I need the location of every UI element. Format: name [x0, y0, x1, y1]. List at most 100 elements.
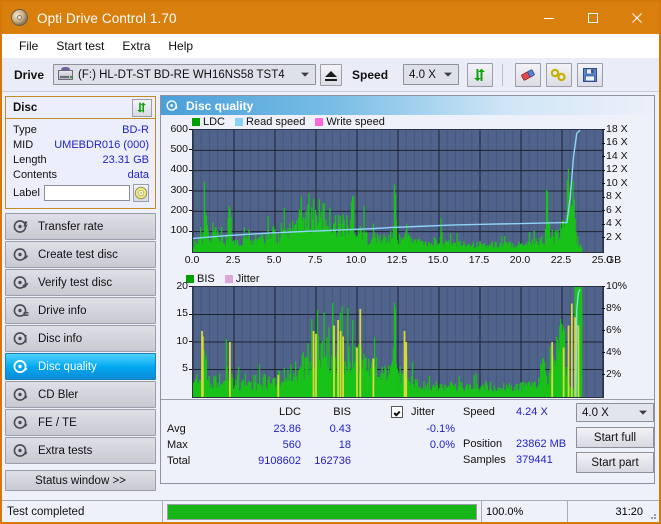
drive-select[interactable]: (F:) HL-DT-ST BD-RE WH16NS58 TST4 — [53, 64, 317, 85]
tools-button[interactable] — [546, 62, 573, 87]
disc-row-length: Length 23.31 GB — [13, 152, 149, 167]
refresh-button[interactable] — [467, 62, 494, 87]
disc-row-value: 23.31 GB — [102, 153, 149, 166]
sidebar-item-drive-info[interactable]: Drive info — [5, 297, 156, 324]
stats-total-bis: 162736 — [314, 455, 351, 467]
bis-chart-legend: BIS Jitter — [186, 273, 266, 285]
sidebar-item-label: FE / TE — [38, 416, 77, 429]
sidebar-item-label: Verify test disc — [38, 276, 113, 289]
y2-tick-label: 4% — [606, 345, 622, 358]
start-part-label: Start part — [591, 456, 639, 469]
sidebar-item-disc-info[interactable]: Disc info — [5, 325, 156, 352]
window-controls — [527, 2, 659, 34]
chevron-down-icon — [639, 410, 647, 415]
sidebar-item-fe-te[interactable]: FE / TE — [5, 409, 156, 436]
y2-tick-label: 16 X — [606, 136, 628, 149]
start-full-label: Start full — [593, 431, 637, 444]
content-area: Disc Type BD-R MID UMEBDR016 (000) Lengt… — [2, 92, 659, 491]
sidebar-item-verify-test-disc[interactable]: Verify test disc — [5, 269, 156, 296]
menu-item-start-test[interactable]: Start test — [47, 36, 113, 56]
menu-item-file[interactable]: File — [10, 36, 47, 56]
save-button[interactable] — [577, 62, 604, 87]
eject-button[interactable] — [320, 63, 343, 86]
menu-item-extra[interactable]: Extra — [113, 36, 159, 56]
y-tick-label: 5 — [182, 362, 188, 374]
sidebar-item-disc-quality[interactable]: Disc quality — [5, 353, 156, 380]
y-tick-mark — [189, 169, 192, 171]
status-message: Test completed — [7, 505, 85, 518]
stats-speed-value: 4.24 X — [516, 406, 548, 418]
y2-tick-mark — [602, 374, 605, 375]
start-full-button[interactable]: Start full — [576, 427, 654, 448]
eraser-icon — [521, 68, 535, 81]
chevron-down-icon — [301, 72, 310, 77]
chevron-down-icon — [444, 72, 453, 77]
legend-label: BIS — [197, 273, 215, 285]
drive-info-icon — [13, 303, 31, 319]
y-tick-mark — [189, 230, 192, 232]
disc-label-key: Label — [13, 187, 40, 199]
stats-total-ldc: 9108602 — [258, 455, 301, 467]
y2-tick-mark — [602, 330, 605, 331]
menu-item-help[interactable]: Help — [159, 36, 202, 56]
jitter-checkbox[interactable] — [391, 406, 403, 421]
y-tick-label: 15 — [176, 307, 188, 319]
x-tick-label: 2.5 — [225, 254, 241, 266]
title-bar: Opti Drive Control 1.70 — [2, 2, 659, 34]
refresh-icon — [474, 68, 486, 81]
disc-quality-icon — [166, 99, 179, 112]
disc-label-input[interactable] — [43, 185, 130, 201]
status-bar: Test completed 100.0% 31:20 — [2, 500, 659, 522]
x-tick-label: 17.5 — [468, 254, 490, 266]
sidebar-item-label: Disc info — [38, 332, 83, 345]
legend-swatch — [235, 118, 244, 126]
disc-refresh-button[interactable] — [132, 98, 152, 117]
ldc-chart-legend: LDC Read speed Write speed — [192, 116, 391, 128]
disc-label-button[interactable] — [132, 184, 149, 202]
disc-row-value: UMEBDR016 (000) — [54, 138, 149, 151]
ldc-chart-series — [193, 130, 603, 252]
disc-quality-icon — [13, 359, 31, 375]
sidebar-item-transfer-rate[interactable]: Transfer rate — [5, 213, 156, 240]
disc-row-value: BD-R — [122, 123, 149, 136]
sidebar-item-cd-bler[interactable]: CD Bler — [5, 381, 156, 408]
maximize-icon[interactable] — [571, 2, 615, 34]
legend-label: Write speed — [326, 116, 385, 128]
x-tick-label: 0.0 — [184, 254, 200, 266]
x-tick-label: 12.5 — [386, 254, 408, 266]
y2-tick-label: 10 X — [606, 176, 628, 189]
stats-col-ldc: LDC — [278, 406, 301, 418]
legend-label: Read speed — [246, 116, 306, 128]
test-speed-select[interactable]: 4.0 X — [576, 403, 654, 422]
resize-grip-icon[interactable] — [647, 510, 657, 520]
status-window-button[interactable]: Status window >> — [5, 470, 156, 491]
y-tick-label: 100 — [170, 224, 188, 237]
start-part-button[interactable]: Start part — [576, 452, 654, 473]
speed-select[interactable]: 4.0 X — [403, 64, 460, 85]
y2-tick-mark — [602, 196, 605, 198]
disc-label-row: Label — [13, 183, 149, 203]
y2-tick-label: 2 X — [606, 230, 622, 243]
erase-button[interactable] — [515, 62, 542, 87]
x-tick-label: 15.0 — [427, 254, 449, 266]
y2-tick-mark — [602, 210, 605, 212]
status-window-label: Status window >> — [35, 474, 126, 487]
sidebar-item-extra-tests[interactable]: Extra tests — [5, 437, 156, 464]
y2-tick-label: 18 X — [606, 122, 628, 135]
legend-swatch — [224, 275, 233, 283]
drive-label: Drive — [14, 67, 45, 82]
sidebar-item-label: Transfer rate — [38, 220, 104, 233]
stats-col-bis: BIS — [333, 406, 351, 418]
close-icon[interactable] — [615, 2, 659, 34]
x-tick-label: 22.5 — [550, 254, 572, 266]
minimize-icon[interactable] — [527, 2, 571, 34]
y2-tick-mark — [602, 129, 605, 130]
y2-tick-mark — [602, 169, 605, 171]
sidebar-item-create-test-disc[interactable]: Create test disc — [5, 241, 156, 268]
y-tick-label: 600 — [170, 122, 188, 135]
pane-title: Disc quality — [186, 98, 254, 113]
nav-list: Transfer rate Create test disc Verify te… — [5, 213, 156, 464]
ldc-plot-area — [192, 129, 604, 253]
stats-speed-label: Speed — [463, 406, 495, 418]
y2-tick-label: 4 X — [606, 217, 622, 230]
